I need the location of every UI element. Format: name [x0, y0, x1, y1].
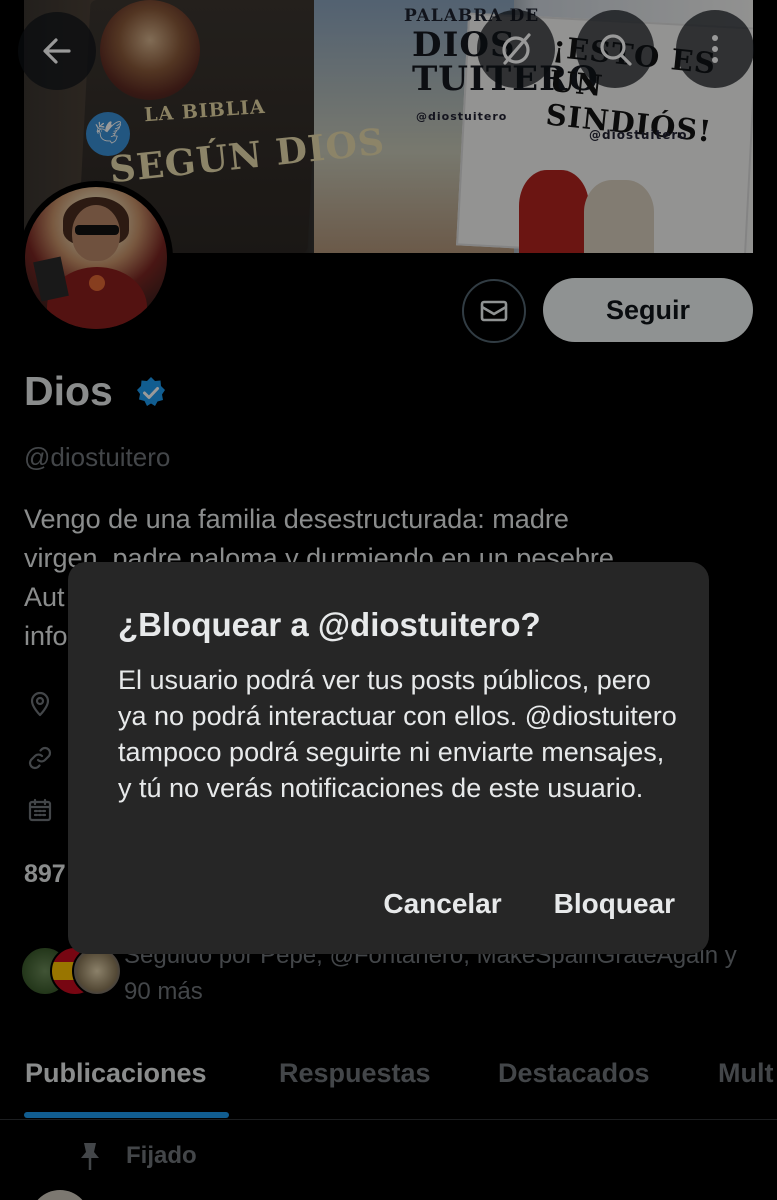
- block-dialog: ¿Bloquear a @diostuitero? El usuario pod…: [68, 562, 709, 954]
- cancel-button[interactable]: Cancelar: [383, 888, 501, 920]
- block-button[interactable]: Bloquear: [554, 888, 675, 920]
- dialog-body: El usuario podrá ver tus posts públicos,…: [118, 665, 677, 803]
- dialog-title: ¿Bloquear a @diostuitero?: [118, 606, 541, 643]
- dialog-actions: Cancelar Bloquear: [383, 888, 675, 920]
